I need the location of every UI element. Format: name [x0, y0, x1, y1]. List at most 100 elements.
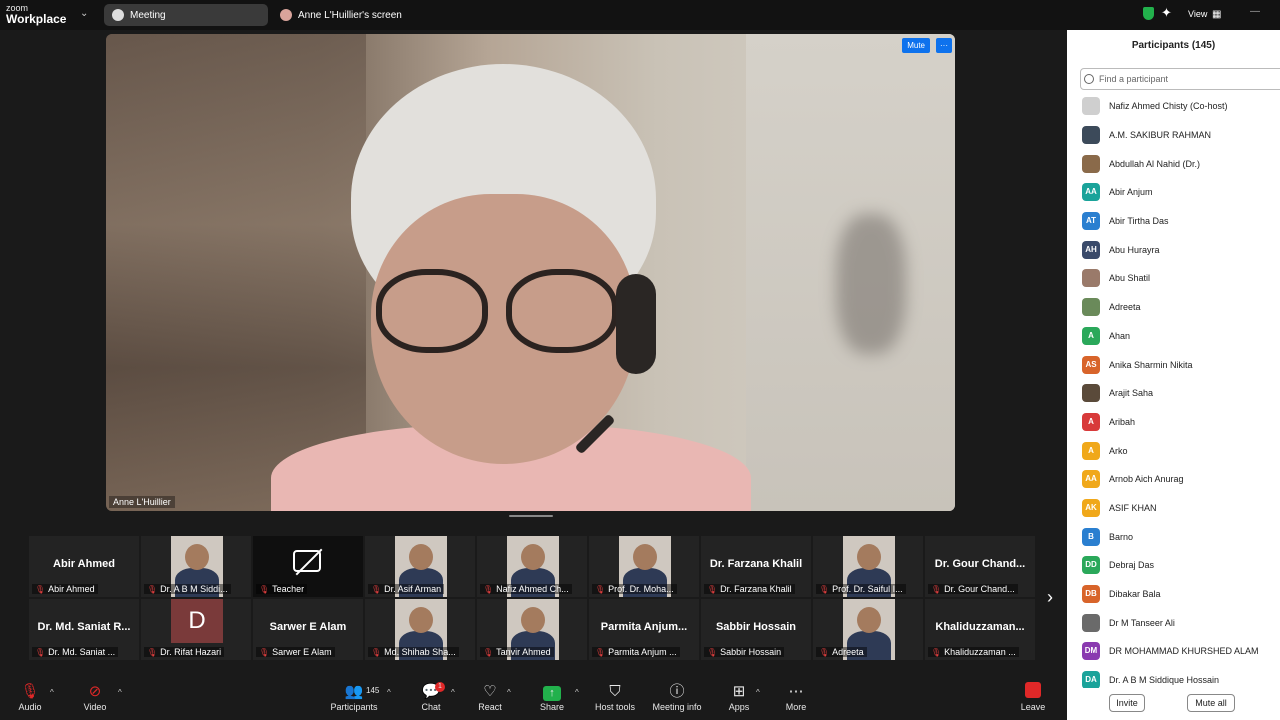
participant-tile[interactable]: Dr. Farzana Khalil 🎙 Dr. Farzana Khalil: [701, 536, 811, 597]
participant-list-name: A.M. SAKIBUR RAHMAN: [1109, 130, 1212, 141]
grid-icon[interactable]: ▦: [1212, 9, 1221, 20]
microphone-muted-icon: 🎙: [931, 647, 942, 657]
participant-list-name: Arnob Aich Anurag: [1109, 474, 1184, 485]
participant-list-item[interactable]: AH Abu Hurayra: [1082, 235, 1280, 264]
participant-list-name: Ahan: [1109, 330, 1131, 341]
participant-tile[interactable]: 🎙 Dr. Asif Arman: [365, 536, 475, 597]
participant-tile-label-text: Dr. Farzana Khalil: [720, 584, 792, 594]
participant-tile-label-text: Sabbir Hossain: [720, 647, 782, 657]
tab-shared-screen[interactable]: Anne L'Huillier's screen: [272, 4, 432, 26]
participant-tile[interactable]: 🎙 Prof. Dr. Saiful I...: [813, 536, 923, 597]
participant-search-input[interactable]: Find a participant: [1080, 68, 1280, 90]
participant-tile[interactable]: Dr. Md. Saniat R... 🎙 Dr. Md. Saniat ...: [29, 599, 139, 660]
minimize-icon[interactable]: —: [1250, 6, 1260, 17]
participant-initial-avatar: D: [171, 599, 223, 643]
participant-tile[interactable]: 🎙 Dr. A B M Siddi...: [141, 536, 251, 597]
chevron-down-icon[interactable]: ⌄: [80, 8, 88, 19]
participant-tile-name: Dr. Farzana Khalil: [709, 558, 803, 570]
avatar: [280, 9, 292, 21]
avatar: [1082, 613, 1100, 632]
participants-options-caret[interactable]: ^: [387, 688, 391, 697]
participant-list-item[interactable]: A Aribah: [1082, 408, 1280, 437]
participant-list-item[interactable]: AA Arnob Aich Anurag: [1082, 465, 1280, 494]
avatar: AK: [1082, 498, 1100, 517]
ai-companion-icon[interactable]: ✦: [1161, 5, 1172, 21]
apps-options-caret[interactable]: ^: [756, 688, 760, 697]
apps-button[interactable]: ⊞ Apps: [709, 682, 769, 712]
video-label: Video: [83, 702, 107, 712]
participant-list-item[interactable]: DM DR MOHAMMAD KHURSHED ALAM: [1082, 637, 1280, 666]
participants-label: Participants: [330, 702, 378, 712]
participant-tile[interactable]: Khaliduzzaman... 🎙 Khaliduzzaman ...: [925, 599, 1035, 660]
participant-tile[interactable]: Parmita Anjum... 🎙 Parmita Anjum ...: [589, 599, 699, 660]
participant-list-item[interactable]: Abu Shatil: [1082, 264, 1280, 293]
participant-tile-label: 🎙 Nafiz Ahmed Ch...: [480, 584, 572, 594]
share-options-caret[interactable]: ^: [575, 688, 579, 697]
avatar: [1082, 298, 1100, 317]
tab-meeting[interactable]: Meeting: [104, 4, 268, 26]
participants-button[interactable]: 👥 145 Participants: [324, 682, 384, 712]
audio-options-caret[interactable]: ^: [50, 688, 54, 697]
security-shield-icon[interactable]: [1143, 7, 1154, 20]
video-more-button[interactable]: ···: [936, 38, 952, 53]
chat-button[interactable]: 💬 1 Chat: [401, 682, 461, 712]
participant-tile[interactable]: 🎙 Adreeta: [813, 599, 923, 660]
active-speaker-video[interactable]: Mute ··· Anne L'Huillier: [106, 34, 955, 511]
share-button[interactable]: ↑ Share: [522, 682, 582, 712]
meeting-info-button[interactable]: ⓘ Meeting info: [647, 682, 707, 712]
participant-tile-label-text: Khaliduzzaman ...: [944, 647, 1016, 657]
microphone-muted-icon: 🎙: [595, 647, 606, 657]
participant-list-item[interactable]: B Barno: [1082, 522, 1280, 551]
participant-list-item[interactable]: A.M. SAKIBUR RAHMAN: [1082, 121, 1280, 150]
participant-list-item[interactable]: AK ASIF KHAN: [1082, 494, 1280, 523]
microphone-muted-icon: 🎙: [371, 647, 382, 657]
chat-options-caret[interactable]: ^: [451, 688, 455, 697]
participant-list-item[interactable]: A Arko: [1082, 436, 1280, 465]
participant-tile[interactable]: Sabbir Hossain 🎙 Sabbir Hossain: [701, 599, 811, 660]
video-options-caret[interactable]: ^: [118, 688, 122, 697]
participant-list-item[interactable]: Abdullah Al Nahid (Dr.): [1082, 149, 1280, 178]
participant-list-item[interactable]: A Ahan: [1082, 322, 1280, 351]
participant-list-item[interactable]: AA Abir Anjum: [1082, 178, 1280, 207]
participant-list-item[interactable]: AS Anika Sharmin Nikita: [1082, 350, 1280, 379]
participant-list-item[interactable]: Dr M Tanseer Ali: [1082, 608, 1280, 637]
host-tools-button[interactable]: ⛉ Host tools: [585, 682, 645, 712]
participant-tile[interactable]: Dr. Gour Chand... 🎙 Dr. Gour Chand...: [925, 536, 1035, 597]
next-page-arrow-icon[interactable]: ›: [1047, 587, 1053, 608]
participant-tile[interactable]: Abir Ahmed 🎙 Abir Ahmed: [29, 536, 139, 597]
participant-tile-name: Abir Ahmed: [53, 558, 115, 570]
participant-list-item[interactable]: DB Dibakar Bala: [1082, 580, 1280, 609]
shield-icon: ⛉: [609, 683, 621, 700]
leave-button[interactable]: Leave: [1003, 682, 1063, 712]
react-button[interactable]: ♡ React: [460, 682, 520, 712]
participant-tile-label-text: Dr. Md. Saniat ...: [48, 647, 116, 657]
participant-list-item[interactable]: DD Debraj Das: [1082, 551, 1280, 580]
resize-handle[interactable]: [509, 515, 553, 517]
background-object: [836, 214, 906, 354]
participant-tile[interactable]: Sarwer E Alam 🎙 Sarwer E Alam: [253, 599, 363, 660]
participant-tile[interactable]: D 🎙 Dr. Rifat Hazari: [141, 599, 251, 660]
participant-list-name: Aribah: [1109, 416, 1136, 427]
participant-tile[interactable]: 🎙 Md. Shihab Sha...: [365, 599, 475, 660]
participant-tile[interactable]: 🎙 Teacher: [253, 536, 363, 597]
participant-head: [185, 544, 209, 570]
audio-button[interactable]: 🎙 Audio: [0, 682, 60, 712]
participant-list-item[interactable]: Nafiz Ahmed Chisty (Co-host): [1082, 92, 1280, 121]
participant-list-item[interactable]: Arajit Saha: [1082, 379, 1280, 408]
more-button[interactable]: ⋯ More: [766, 682, 826, 712]
participant-tile[interactable]: 🎙 Prof. Dr. Moha...: [589, 536, 699, 597]
mute-participant-button[interactable]: Mute: [902, 38, 930, 53]
participant-list-item[interactable]: AT Abir Tirtha Das: [1082, 207, 1280, 236]
participant-list-item[interactable]: Adreeta: [1082, 293, 1280, 322]
invite-button[interactable]: Invite: [1109, 694, 1145, 712]
participant-tile[interactable]: 🎙 Tanvir Ahmed: [477, 599, 587, 660]
meeting-icon: [112, 9, 124, 21]
video-button[interactable]: ⊘ Video: [65, 682, 125, 712]
participants-list: Nafiz Ahmed Chisty (Co-host) A.M. SAKIBUR…: [1082, 92, 1280, 694]
microphone-muted-icon: 🎙: [931, 584, 942, 594]
participant-tile[interactable]: 🎙 Nafiz Ahmed Ch...: [477, 536, 587, 597]
react-options-caret[interactable]: ^: [507, 688, 511, 697]
audio-label: Audio: [18, 702, 42, 712]
view-button[interactable]: View: [1188, 9, 1207, 19]
mute-all-button[interactable]: Mute all: [1187, 694, 1235, 712]
